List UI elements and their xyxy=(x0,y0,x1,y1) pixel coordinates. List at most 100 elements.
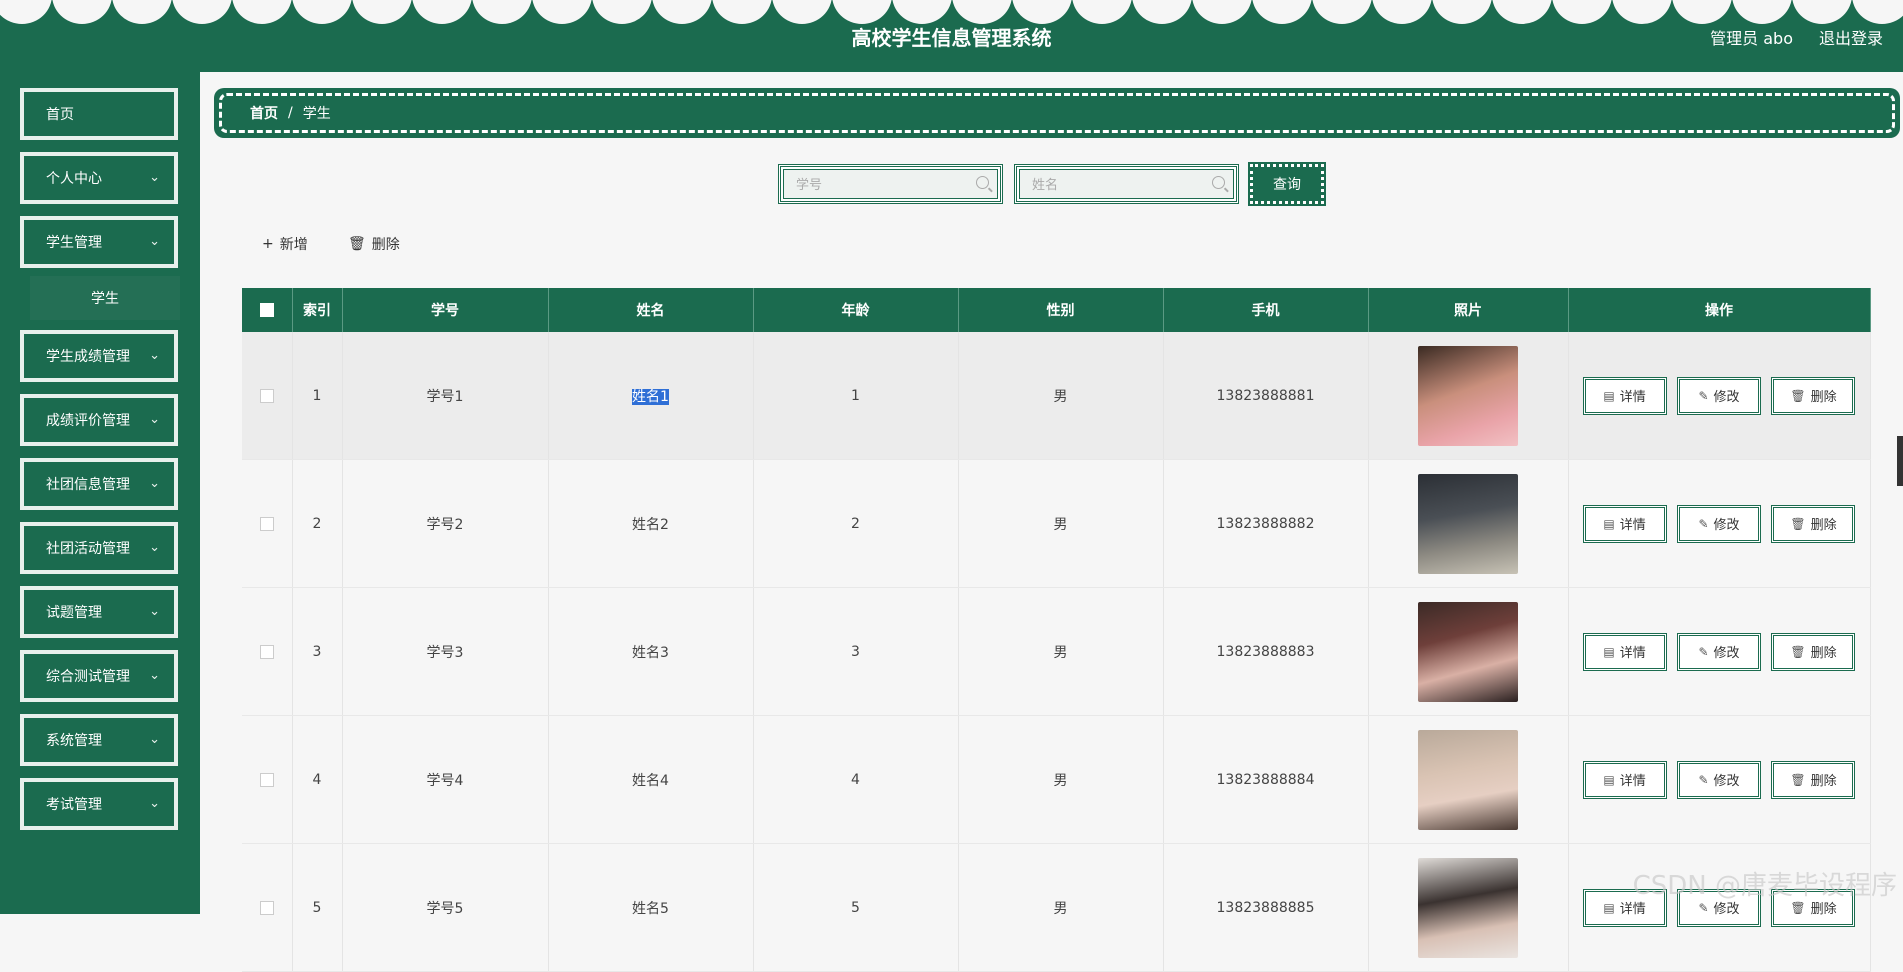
sidebar-item-exam-management[interactable]: 考试管理 ⌄ xyxy=(20,778,178,830)
student-photo[interactable] xyxy=(1418,729,1518,830)
edit-button[interactable]: ✎ 修改 xyxy=(1677,504,1761,543)
cell-gender: 男 xyxy=(958,843,1164,972)
edit-button[interactable]: ✎ 修改 xyxy=(1677,760,1761,799)
student-no-search-input[interactable] xyxy=(794,170,968,200)
pencil-icon: ✎ xyxy=(1698,900,1709,915)
row-checkbox[interactable] xyxy=(259,644,274,659)
scallop-shape xyxy=(292,0,352,24)
student-photo[interactable] xyxy=(1418,473,1518,574)
cell-index: 1 xyxy=(292,332,343,460)
scallop-shape xyxy=(592,0,652,24)
row-checkbox[interactable] xyxy=(259,388,274,403)
scallop-shape xyxy=(1312,0,1372,24)
document-icon: ▤ xyxy=(1603,900,1615,915)
cell-age: 1 xyxy=(753,332,959,460)
sidebar-item-label: 考试管理 xyxy=(46,797,102,813)
batch-delete-button[interactable]: 🗑 删除 xyxy=(348,234,400,254)
trash-icon: 🗑 xyxy=(1790,772,1806,787)
pencil-icon: ✎ xyxy=(1698,644,1709,659)
table-row: 3 学号3 姓名3 3 男 13823888883 ▤ 详情 ✎ 修改 🗑 删除 xyxy=(242,587,1871,716)
cell-phone: 13823888884 xyxy=(1163,715,1369,844)
watermark: CSDN @唐麦毕设程序 xyxy=(1632,871,1897,901)
breadcrumb-home-link[interactable]: 首页 xyxy=(250,103,278,123)
query-button[interactable]: 查询 xyxy=(1248,162,1326,206)
delete-button-label: 删除 xyxy=(1810,518,1837,533)
cell-phone: 13823888883 xyxy=(1163,587,1369,716)
delete-button[interactable]: 🗑 删除 xyxy=(1771,504,1856,543)
select-all-checkbox[interactable] xyxy=(259,303,274,317)
column-header-actions: 操作 xyxy=(1568,288,1871,332)
column-header-name: 姓名 xyxy=(548,288,754,332)
cell-student-no: 学号3 xyxy=(342,587,549,716)
detail-button[interactable]: ▤ 详情 xyxy=(1582,632,1667,671)
cell-gender: 男 xyxy=(958,332,1164,460)
cell-actions: ▤ 详情 ✎ 修改 🗑 删除 xyxy=(1568,459,1871,588)
sidebar-item-label: 系统管理 xyxy=(46,733,102,749)
cell-phone: 13823888882 xyxy=(1163,459,1369,588)
student-photo[interactable] xyxy=(1418,857,1518,958)
sidebar-item-label: 个人中心 xyxy=(46,171,102,187)
cell-phone: 13823888885 xyxy=(1163,843,1369,972)
sidebar-item-home[interactable]: 首页 xyxy=(20,88,178,140)
chevron-down-icon: ⌄ xyxy=(149,412,160,427)
detail-button[interactable]: ▤ 详情 xyxy=(1582,376,1667,415)
sidebar-item-grade-evaluation[interactable]: 成绩评价管理 ⌄ xyxy=(20,394,178,446)
scallop-shape xyxy=(1252,0,1312,24)
student-table: 索引 学号 姓名 年龄 性别 手机 照片 操作 1 学号1 姓名1 1 男 13… xyxy=(242,288,1871,972)
table-header-row: 索引 学号 姓名 年龄 性别 手机 照片 操作 xyxy=(242,288,1871,332)
row-checkbox[interactable] xyxy=(259,900,274,915)
cell-name: 姓名4 xyxy=(548,715,754,844)
detail-button[interactable]: ▤ 详情 xyxy=(1582,760,1667,799)
document-icon: ▤ xyxy=(1603,388,1615,403)
top-header: 高校学生信息管理系统 管理员 abo 退出登录 xyxy=(0,0,1903,72)
cell-age: 5 xyxy=(753,843,959,972)
row-checkbox[interactable] xyxy=(259,516,274,531)
table-row: 5 学号5 姓名5 5 男 13823888885 ▤ 详情 ✎ 修改 🗑 删除 xyxy=(242,843,1871,972)
sidebar-item-system-management[interactable]: 系统管理 ⌄ xyxy=(20,714,178,766)
column-header-photo: 照片 xyxy=(1368,288,1569,332)
sidebar-item-grade-management[interactable]: 学生成绩管理 ⌄ xyxy=(20,330,178,382)
sidebar-subitem-student[interactable]: 学生 xyxy=(30,276,180,320)
cell-index: 3 xyxy=(292,587,343,716)
delete-button[interactable]: 🗑 删除 xyxy=(1771,760,1856,799)
name-search-input[interactable] xyxy=(1030,170,1204,200)
admin-user-label[interactable]: 管理员 abo xyxy=(1710,25,1793,49)
scallop-shape xyxy=(892,0,952,24)
delete-button[interactable]: 🗑 删除 xyxy=(1771,376,1856,415)
sidebar: 首页 个人中心 ⌄ 学生管理 ⌄ 学生 学生成绩管理 ⌄ 成绩评价管理 ⌄ 社团… xyxy=(0,72,200,914)
column-header-index: 索引 xyxy=(292,288,343,332)
edit-button[interactable]: ✎ 修改 xyxy=(1677,632,1761,671)
cell-student-no: 学号1 xyxy=(342,332,549,460)
scallop-shape xyxy=(952,0,1012,24)
scallop-shape xyxy=(232,0,292,24)
edit-button-label: 修改 xyxy=(1713,518,1740,533)
scallop-shape xyxy=(352,0,412,24)
delete-button-label: 删除 xyxy=(1810,774,1837,789)
scrollbar-thumb[interactable] xyxy=(1897,436,1903,486)
detail-button[interactable]: ▤ 详情 xyxy=(1582,504,1667,543)
sidebar-item-club-activity[interactable]: 社团活动管理 ⌄ xyxy=(20,522,178,574)
student-photo[interactable] xyxy=(1418,345,1518,446)
chevron-down-icon: ⌄ xyxy=(149,796,160,811)
delete-button[interactable]: 🗑 删除 xyxy=(1771,632,1856,671)
sidebar-item-club-info[interactable]: 社团信息管理 ⌄ xyxy=(20,458,178,510)
search-icon xyxy=(976,176,989,189)
sidebar-item-question-management[interactable]: 试题管理 ⌄ xyxy=(20,586,178,638)
add-button[interactable]: + 新增 xyxy=(262,234,308,254)
logout-link[interactable]: 退出登录 xyxy=(1819,25,1883,49)
edit-button[interactable]: ✎ 修改 xyxy=(1677,376,1761,415)
sidebar-item-comprehensive-test[interactable]: 综合测试管理 ⌄ xyxy=(20,650,178,702)
cell-gender: 男 xyxy=(958,587,1164,716)
sidebar-item-personal-center[interactable]: 个人中心 ⌄ xyxy=(20,152,178,204)
search-icon xyxy=(1212,176,1225,189)
cell-index: 5 xyxy=(292,843,343,972)
sidebar-item-student-management[interactable]: 学生管理 ⌄ xyxy=(20,216,178,268)
detail-button-label: 详情 xyxy=(1619,518,1646,533)
detail-button-label: 详情 xyxy=(1619,646,1646,661)
sidebar-item-label: 首页 xyxy=(46,107,74,123)
row-checkbox[interactable] xyxy=(259,772,274,787)
student-photo[interactable] xyxy=(1418,601,1518,702)
chevron-down-icon: ⌄ xyxy=(149,170,160,185)
scallop-shape xyxy=(172,0,232,24)
scallop-shape xyxy=(1792,0,1852,24)
